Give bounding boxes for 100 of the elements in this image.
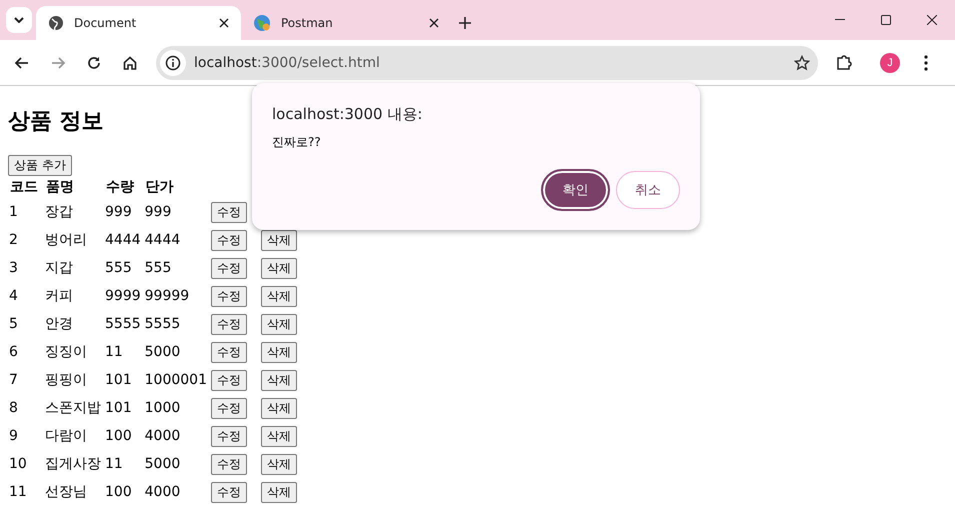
edit-button[interactable]: 수정 <box>211 370 247 390</box>
column-header: 코드 <box>9 178 39 197</box>
table-cell-text: 7 <box>8 371 19 390</box>
edit-button[interactable]: 수정 <box>211 230 247 250</box>
star-icon[interactable] <box>794 54 810 70</box>
column-header: 품명 <box>45 178 75 197</box>
column-header: 수량 <box>105 178 135 197</box>
plus-icon[interactable] <box>459 17 471 29</box>
edit-button[interactable]: 수정 <box>211 482 247 502</box>
table-cell-text: 4000 <box>144 483 182 502</box>
arrow-right-icon <box>51 56 65 68</box>
table-cell-text: 5555 <box>144 315 182 334</box>
table-cell-text: 11 <box>104 343 124 362</box>
table-cell-text: 999 <box>104 203 133 222</box>
delete-button[interactable]: 삭제 <box>261 482 297 502</box>
table-cell-text: 10 <box>8 455 28 474</box>
profile-avatar: J <box>880 52 900 72</box>
table-cell-text: 9999 <box>104 287 142 306</box>
table-cell-text: 지갑 <box>44 259 74 278</box>
delete-button[interactable]: 삭제 <box>261 398 297 418</box>
globe-icon <box>253 14 271 32</box>
maximize-icon <box>881 15 891 25</box>
table-cell-text: 101 <box>104 399 133 418</box>
add-product-button[interactable]: 상품 추가 <box>8 155 72 176</box>
profile-button[interactable]: J <box>874 46 906 78</box>
column-header: 단가 <box>144 178 175 197</box>
url-path: :3000/select.html <box>256 54 381 70</box>
table-cell-text: 9 <box>8 427 19 446</box>
table-cell-text: 1000 <box>144 399 182 418</box>
table-cell-text: 집게사장 <box>44 455 102 474</box>
table-cell-text: 555 <box>104 259 133 278</box>
table-cell-text: 1 <box>8 203 19 222</box>
browser-tab[interactable]: Postman <box>241 6 451 40</box>
table-cell-text: 5 <box>8 315 19 334</box>
info-icon[interactable] <box>160 50 186 76</box>
table-cell-text: 99999 <box>144 287 190 306</box>
browser-tab[interactable]: Document <box>36 6 241 40</box>
chevron-down-icon <box>14 17 24 23</box>
tab-search-button[interactable] <box>6 7 32 33</box>
edit-button[interactable]: 수정 <box>211 202 247 222</box>
table-cell-text: 스폰지밥 <box>44 399 102 418</box>
table-cell-text: 4 <box>8 287 19 306</box>
delete-button[interactable]: 삭제 <box>261 342 297 362</box>
edit-button[interactable]: 수정 <box>211 454 247 474</box>
close-icon <box>927 15 937 25</box>
table-cell-text: 선장님 <box>44 483 88 502</box>
table-cell-text: 2 <box>8 231 19 250</box>
table-cell-text: 5555 <box>104 315 142 334</box>
delete-button[interactable]: 삭제 <box>261 286 297 306</box>
table-cell-text: 11 <box>104 455 124 474</box>
table-cell-text: 5000 <box>144 343 182 362</box>
table-cell-text: 1000001 <box>144 371 208 390</box>
menu-icon <box>924 54 928 70</box>
edit-button[interactable]: 수정 <box>211 258 247 278</box>
ok-button[interactable]: 확인 <box>541 169 610 211</box>
table-cell-text: 555 <box>144 259 172 278</box>
tab-title: Document <box>74 16 138 30</box>
edit-button[interactable]: 수정 <box>211 342 247 362</box>
delete-button[interactable]: 삭제 <box>261 426 297 446</box>
edit-button[interactable]: 수정 <box>211 286 247 306</box>
globe-icon <box>48 15 64 31</box>
tab-title: Postman <box>281 16 334 30</box>
url-host: localhost <box>194 54 257 70</box>
table-cell-text: 999 <box>144 203 172 222</box>
table-cell-text: 안경 <box>44 315 74 334</box>
reload-icon <box>87 56 101 70</box>
edit-button[interactable]: 수정 <box>211 398 247 418</box>
table-cell-text: 핑핑이 <box>44 371 88 390</box>
delete-button[interactable]: 삭제 <box>261 230 297 250</box>
delete-button[interactable]: 삭제 <box>261 454 297 474</box>
table-cell-text: 징징이 <box>44 343 88 362</box>
table-cell-text: 장갑 <box>44 203 74 222</box>
table-cell-text: 3 <box>8 259 19 278</box>
address-bar[interactable]: localhost:3000/select.html <box>156 46 818 80</box>
table-cell-text: 6 <box>8 343 19 362</box>
edit-button[interactable]: 수정 <box>211 426 247 446</box>
page-heading: 상품 정보 <box>8 108 104 136</box>
edit-button[interactable]: 수정 <box>211 314 247 334</box>
table-cell-text: 벙어리 <box>44 231 88 250</box>
table-cell-text: 100 <box>104 427 133 446</box>
home-icon <box>123 56 137 70</box>
delete-button[interactable]: 삭제 <box>261 258 297 278</box>
minimize-icon <box>835 19 845 21</box>
table-cell-text: 101 <box>104 371 133 390</box>
table-cell-text: 100 <box>104 483 133 502</box>
puzzle-icon <box>836 54 852 70</box>
table-cell-text: 다람이 <box>44 427 88 446</box>
table-cell-text: 11 <box>8 483 28 502</box>
delete-button[interactable]: 삭제 <box>261 370 297 390</box>
dialog-message: 진짜로?? <box>272 134 322 151</box>
table-cell-text: 4444 <box>104 231 142 250</box>
table-cell-text: 8 <box>8 399 19 418</box>
table-cell-text: 커피 <box>44 287 74 306</box>
close-icon[interactable] <box>429 18 439 28</box>
close-icon[interactable] <box>219 18 229 28</box>
table-cell-text: 4000 <box>144 427 182 446</box>
table-cell-text: 5000 <box>144 455 182 474</box>
cancel-button[interactable]: 취소 <box>616 171 680 209</box>
delete-button[interactable]: 삭제 <box>261 314 297 334</box>
dialog-title: localhost:3000 내용: <box>272 105 424 124</box>
